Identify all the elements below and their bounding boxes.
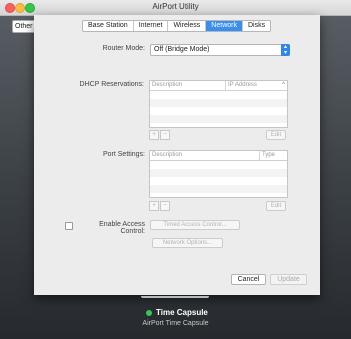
table-row bbox=[150, 115, 287, 123]
table-header: Description IP Address ^ bbox=[150, 81, 287, 91]
time-capsule-device-graphic[interactable] bbox=[141, 296, 209, 298]
router-mode-select[interactable]: Off (Bridge Mode) ▴ ▾ bbox=[150, 44, 290, 56]
table-row bbox=[150, 169, 287, 177]
network-options-button[interactable]: Network Options... bbox=[152, 238, 223, 248]
column-header-ip-address-label: IP Address bbox=[228, 82, 257, 88]
table-row bbox=[150, 177, 287, 185]
dhcp-edit-button[interactable]: Edit bbox=[266, 130, 286, 140]
tab-network[interactable]: Network bbox=[206, 21, 243, 31]
title-bar: AirPort Utility bbox=[0, 0, 351, 16]
enable-access-control-label: Enable Access Control: bbox=[99, 221, 145, 235]
tab-wireless[interactable]: Wireless bbox=[168, 21, 207, 31]
column-header-description[interactable]: Description bbox=[150, 81, 226, 90]
column-header-description[interactable]: Description bbox=[150, 151, 260, 160]
table-row bbox=[150, 91, 287, 99]
table-row bbox=[150, 161, 287, 169]
router-mode-value: Off (Bridge Mode) bbox=[154, 46, 210, 53]
dhcp-add-remove-buttons: + − bbox=[149, 130, 171, 140]
port-settings-label: Port Settings: bbox=[102, 151, 145, 158]
port-add-button[interactable]: + bbox=[149, 201, 159, 211]
table-header: Description Type bbox=[150, 151, 287, 161]
dhcp-remove-button[interactable]: − bbox=[160, 130, 170, 140]
table-rows bbox=[150, 161, 287, 197]
table-row bbox=[150, 185, 287, 193]
chevron-up-down-icon: ▴ ▾ bbox=[281, 44, 290, 56]
port-edit-button[interactable]: Edit bbox=[266, 201, 286, 211]
column-header-ip-address[interactable]: IP Address ^ bbox=[226, 81, 287, 90]
tab-base-station[interactable]: Base Station bbox=[83, 21, 134, 31]
router-mode-label: Router Mode: bbox=[102, 45, 145, 52]
settings-tabs: Base Station Internet Wireless Network D… bbox=[82, 20, 272, 32]
tab-disks[interactable]: Disks bbox=[243, 21, 270, 31]
update-button[interactable]: Update bbox=[270, 274, 307, 285]
device-name: Time Capsule bbox=[156, 308, 208, 317]
cancel-button[interactable]: Cancel bbox=[231, 274, 266, 285]
dhcp-reservations-label: DHCP Reservations: bbox=[79, 81, 144, 88]
settings-sheet: Base Station Internet Wireless Network D… bbox=[34, 15, 320, 295]
dhcp-reservations-table[interactable]: Description IP Address ^ bbox=[149, 80, 288, 128]
device-type: AirPort Time Capsule bbox=[142, 320, 209, 327]
table-row bbox=[150, 107, 287, 115]
status-indicator-icon bbox=[146, 310, 152, 316]
sort-ascending-icon: ^ bbox=[282, 82, 285, 88]
port-add-remove-buttons: + − bbox=[149, 201, 171, 211]
port-remove-button[interactable]: − bbox=[160, 201, 170, 211]
enable-access-control-checkbox[interactable] bbox=[65, 222, 73, 230]
tab-internet[interactable]: Internet bbox=[134, 21, 169, 31]
table-row bbox=[150, 99, 287, 107]
table-rows bbox=[150, 91, 287, 127]
timed-access-control-button[interactable]: Timed Access Control... bbox=[150, 220, 240, 230]
column-header-type[interactable]: Type bbox=[260, 151, 287, 160]
dhcp-add-button[interactable]: + bbox=[149, 130, 159, 140]
window-title: AirPort Utility bbox=[152, 2, 199, 11]
port-settings-table[interactable]: Description Type bbox=[149, 150, 288, 198]
